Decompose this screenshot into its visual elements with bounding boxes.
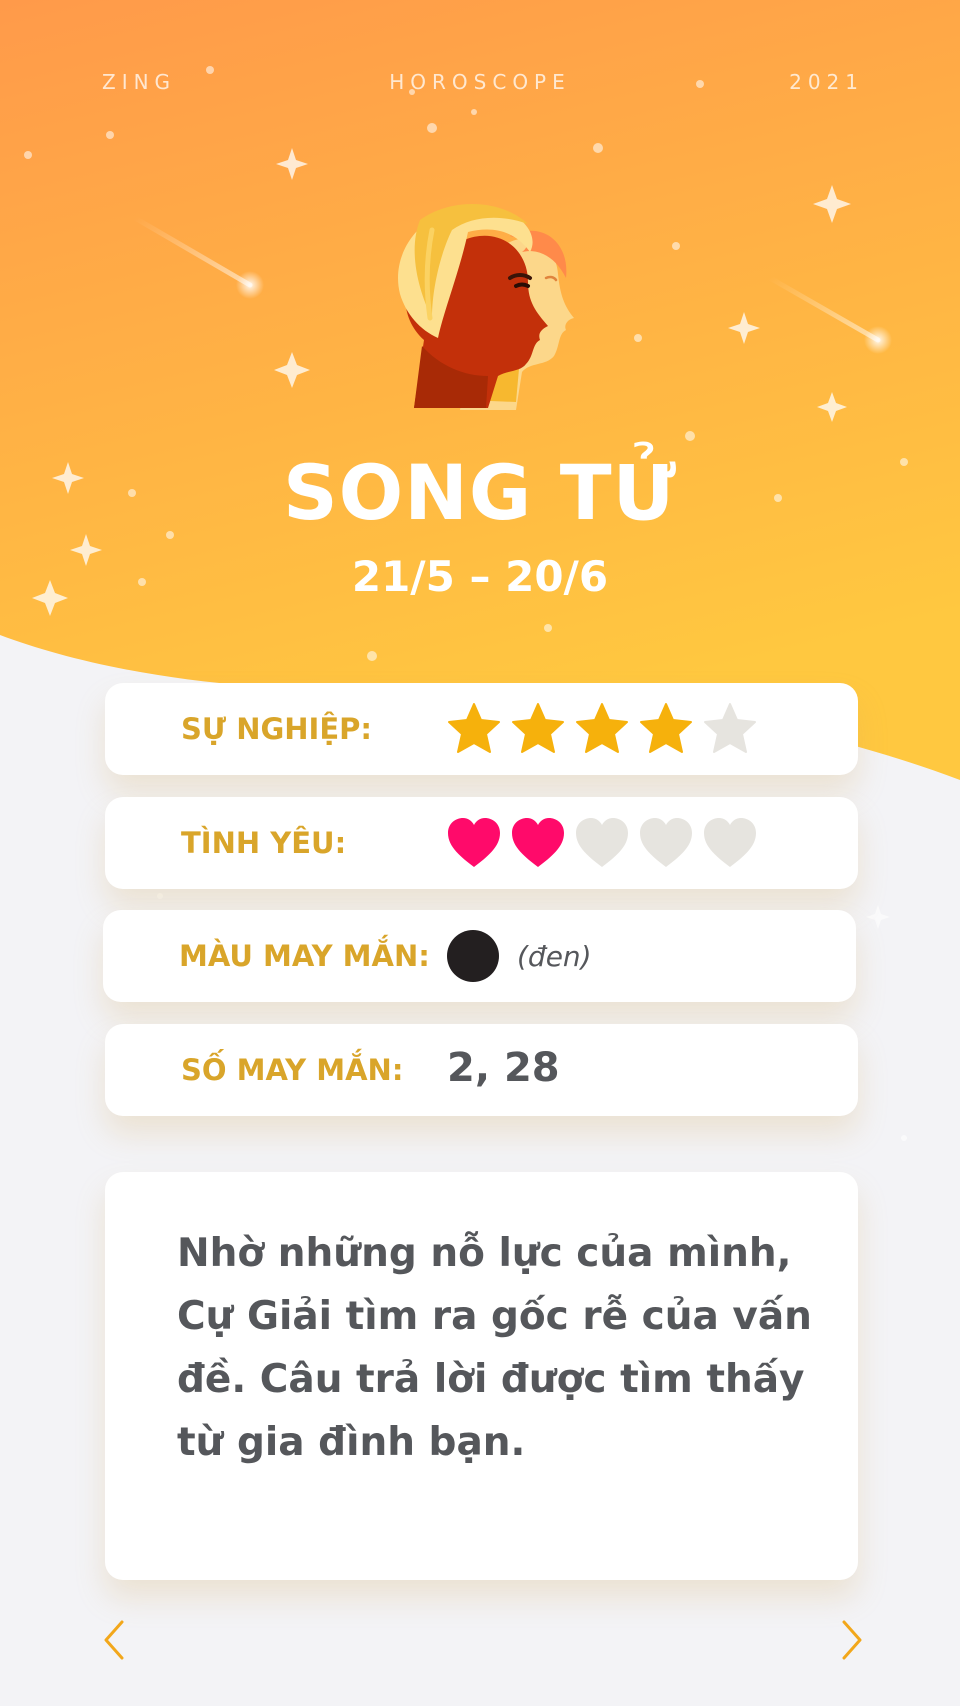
heart-icon <box>448 818 500 867</box>
year-label: 2021 <box>789 70 864 94</box>
message-card: Nhờ những nỗ lực của mình, Cự Giải tìm r… <box>105 1172 858 1580</box>
star-icon <box>448 703 500 753</box>
heart-icon <box>704 818 756 867</box>
lucky-color-swatch <box>447 930 499 982</box>
lucky-color-card: MÀU MAY MẮN: (đen) <box>103 910 856 1002</box>
star-icon <box>512 703 564 753</box>
love-label: TÌNH YÊU: <box>181 826 347 860</box>
heart-icon <box>512 818 564 867</box>
career-rating-card: SỰ NGHIỆP: <box>105 683 858 775</box>
sign-name: SONG TỬ <box>282 448 678 537</box>
chevron-left-icon[interactable] <box>96 1618 136 1662</box>
lucky-number-label: SỐ MAY MẮN: <box>181 1053 404 1087</box>
lucky-color-name: (đen) <box>517 940 592 973</box>
lucky-number-card: SỐ MAY MẮN: 2, 28 <box>105 1024 858 1116</box>
sign-dates: 21/5 – 20/6 <box>351 552 609 601</box>
career-stars <box>445 701 759 757</box>
heart-icon <box>640 818 692 867</box>
chevron-right-icon[interactable] <box>830 1618 870 1662</box>
lucky-color-label: MÀU MAY MẮN: <box>179 939 430 973</box>
star-icon <box>704 703 756 753</box>
lucky-number-value: 2, 28 <box>447 1045 560 1091</box>
love-rating-card: TÌNH YÊU: <box>105 797 858 889</box>
heart-icon <box>576 818 628 867</box>
star-icon <box>640 703 692 753</box>
gemini-twins-faces-icon <box>398 203 574 410</box>
star-icon <box>576 703 628 753</box>
love-hearts <box>445 815 759 871</box>
horoscope-message: Nhờ những nỗ lực của mình, Cự Giải tìm r… <box>177 1231 812 1465</box>
career-label: SỰ NGHIỆP: <box>181 712 373 746</box>
